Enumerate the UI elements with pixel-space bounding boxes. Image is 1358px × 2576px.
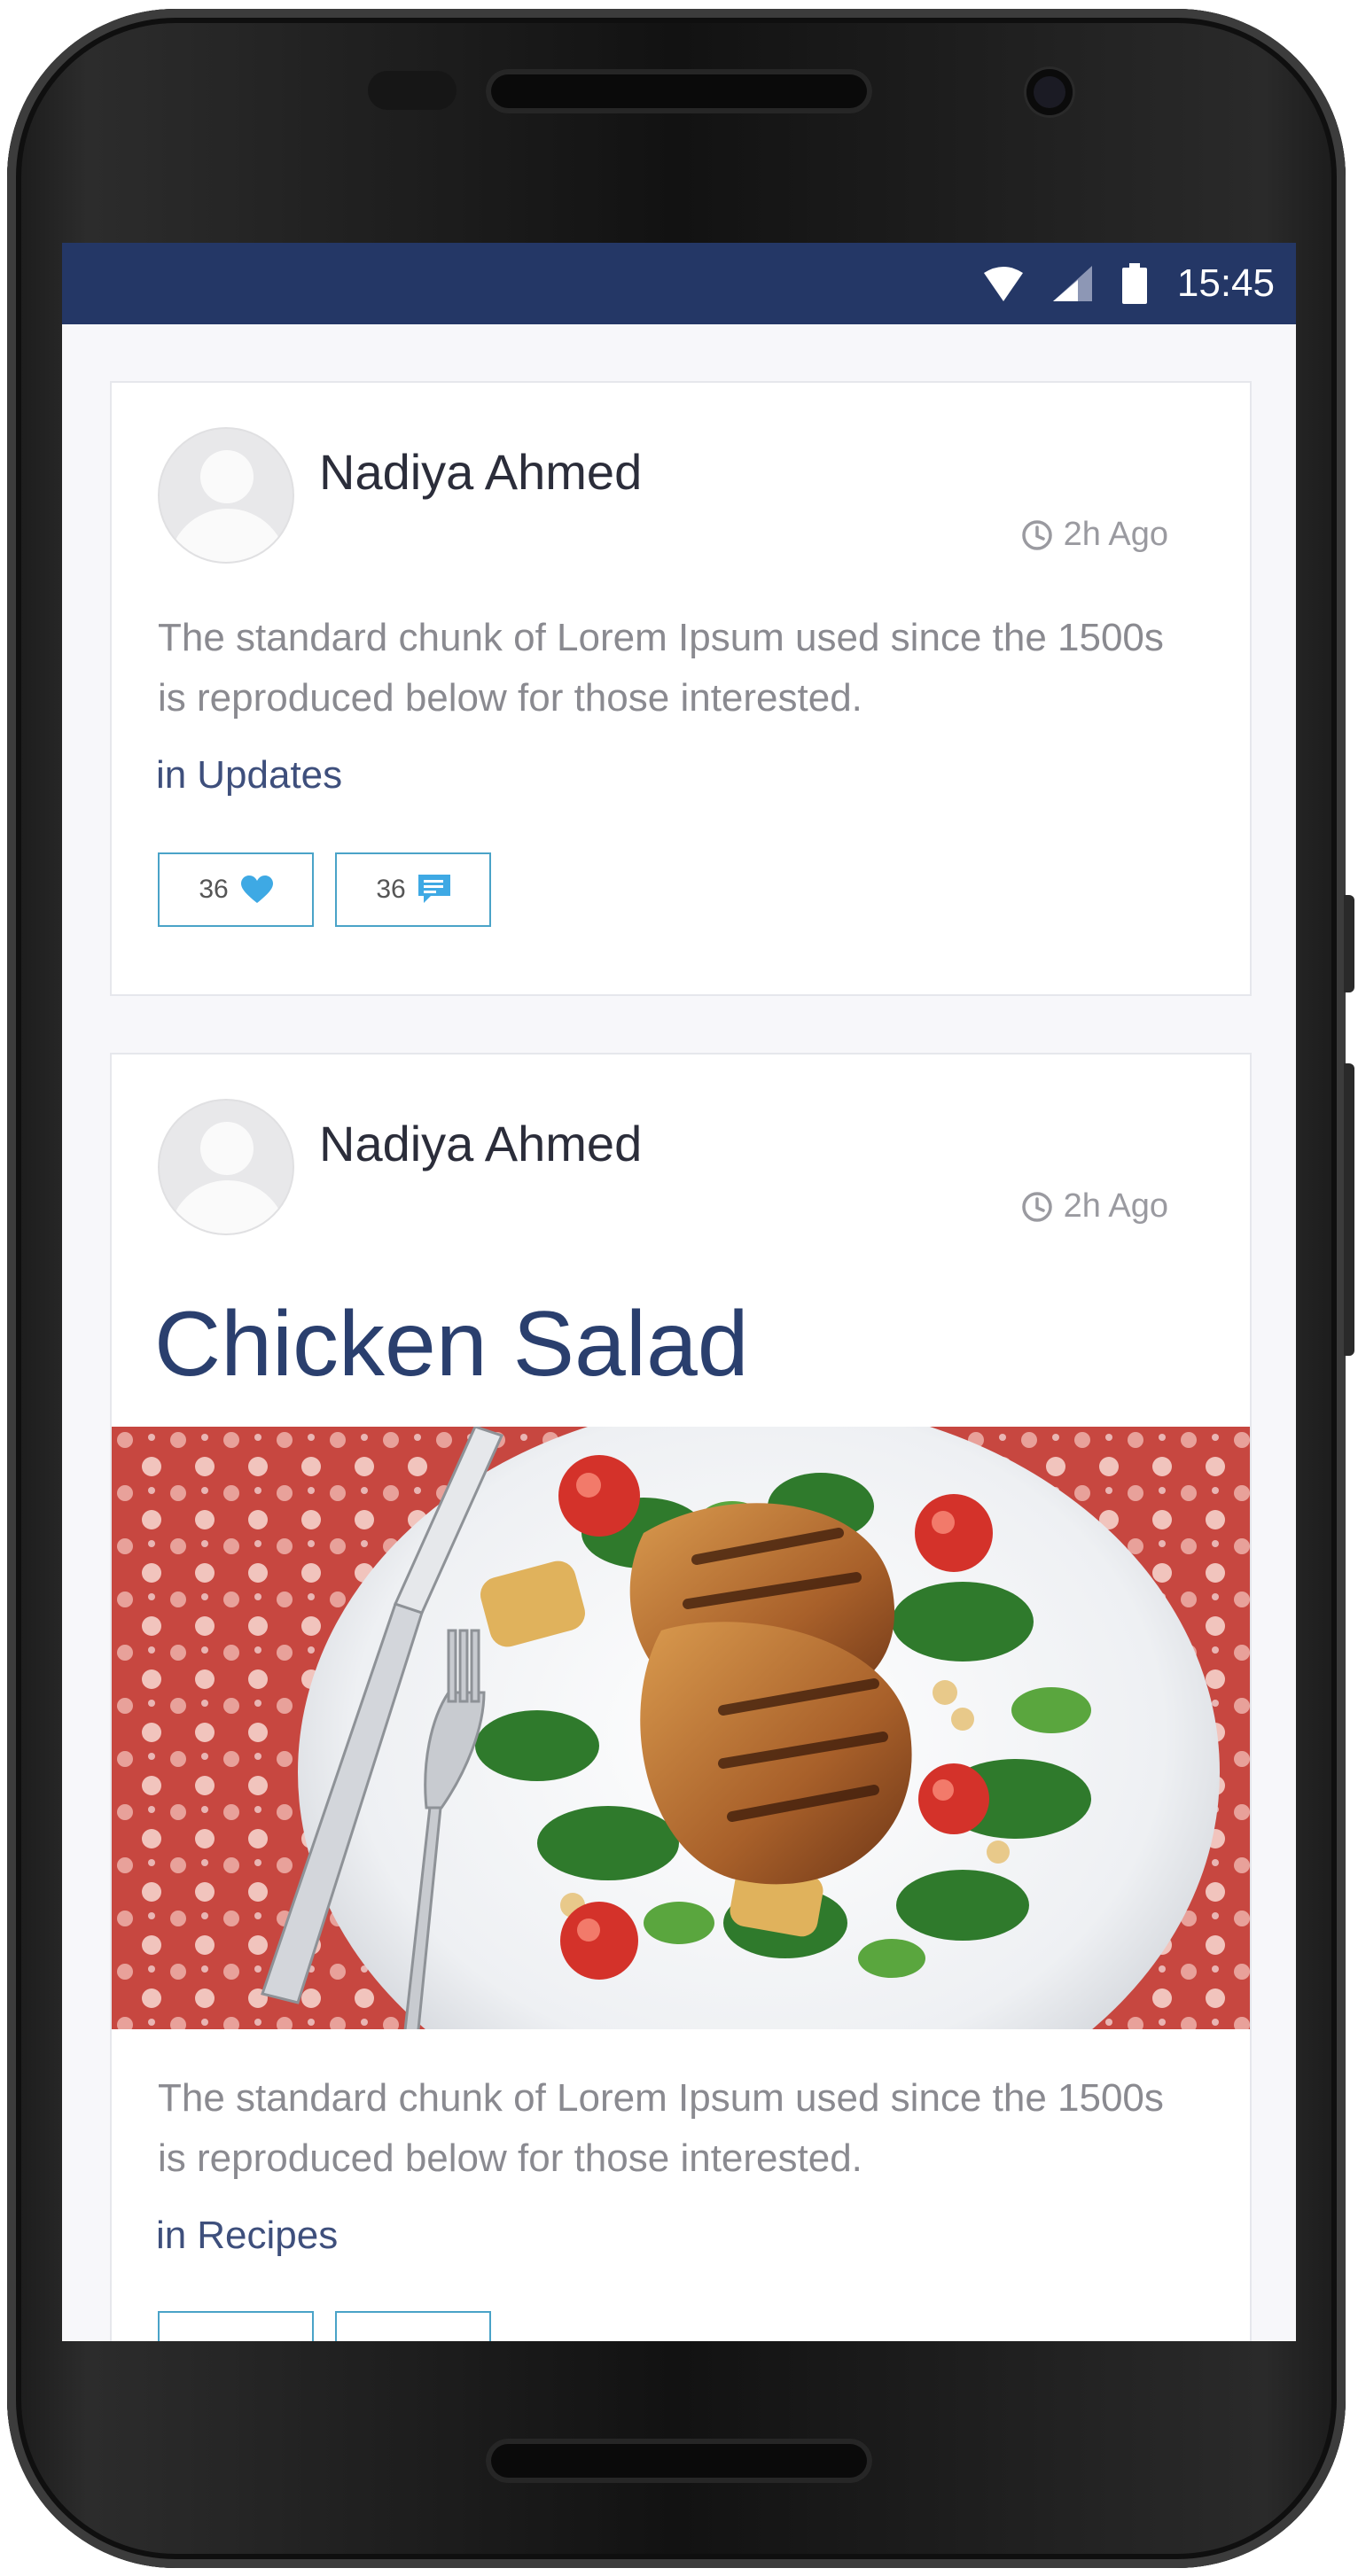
status-bar: 15:45 <box>62 243 1296 324</box>
comment-count: 36 <box>376 875 406 904</box>
earpiece-speaker <box>486 69 872 113</box>
app-screen: 15:45 Nadiya Ahmed 2h Ago The standard c… <box>62 243 1296 2341</box>
post-image[interactable] <box>112 1427 1250 2029</box>
battery-icon <box>1121 263 1147 304</box>
post-category: in Updates <box>156 753 342 798</box>
avatar[interactable] <box>158 427 294 564</box>
status-time: 15:45 <box>1176 261 1275 305</box>
post-time-label: 2h Ago <box>1063 1187 1168 1225</box>
power-button <box>1344 1063 1354 1356</box>
status-icons: 15:45 <box>983 243 1275 324</box>
clock-icon <box>1021 1191 1052 1222</box>
clock-icon <box>1021 519 1052 550</box>
avatar-head <box>200 450 254 503</box>
post-time: 2h Ago <box>1021 1187 1168 1226</box>
like-count: 36 <box>199 875 229 904</box>
avatar[interactable] <box>158 1099 294 1235</box>
category-link[interactable]: Recipes <box>197 2214 338 2257</box>
post-card[interactable]: Nadiya Ahmed 2h Ago Chicken Salad The st… <box>110 1053 1252 2341</box>
comment-icon <box>418 875 450 903</box>
avatar-head <box>200 1122 254 1175</box>
post-card[interactable]: Nadiya Ahmed 2h Ago The standard chunk o… <box>110 381 1252 996</box>
like-button[interactable]: 36 <box>158 852 314 927</box>
author-name[interactable]: Nadiya Ahmed <box>319 443 642 501</box>
category-link[interactable]: Updates <box>197 753 342 797</box>
category-prefix: in <box>156 2214 187 2257</box>
post-title[interactable]: Chicken Salad <box>154 1292 749 1397</box>
cellular-signal-icon <box>1052 266 1092 301</box>
avatar-body <box>168 509 287 562</box>
post-time-label: 2h Ago <box>1063 516 1168 553</box>
like-button[interactable] <box>158 2311 314 2341</box>
front-camera <box>1026 69 1073 115</box>
post-body: The standard chunk of Lorem Ipsum used s… <box>158 616 1164 720</box>
post-time: 2h Ago <box>1021 516 1168 554</box>
post-category: in Recipes <box>156 2214 338 2258</box>
heart-icon <box>240 876 273 903</box>
salad-photo <box>112 1427 1250 2029</box>
category-prefix: in <box>156 753 187 797</box>
volume-button <box>1344 895 1354 992</box>
proximity-sensor <box>368 71 457 110</box>
post-body: The standard chunk of Lorem Ipsum used s… <box>158 2076 1164 2180</box>
author-name[interactable]: Nadiya Ahmed <box>319 1115 642 1172</box>
avatar-body <box>168 1180 287 1234</box>
comment-button[interactable]: 36 <box>335 852 491 927</box>
comment-button[interactable] <box>335 2311 491 2341</box>
wifi-icon <box>983 267 1023 301</box>
bottom-speaker <box>486 2439 872 2483</box>
